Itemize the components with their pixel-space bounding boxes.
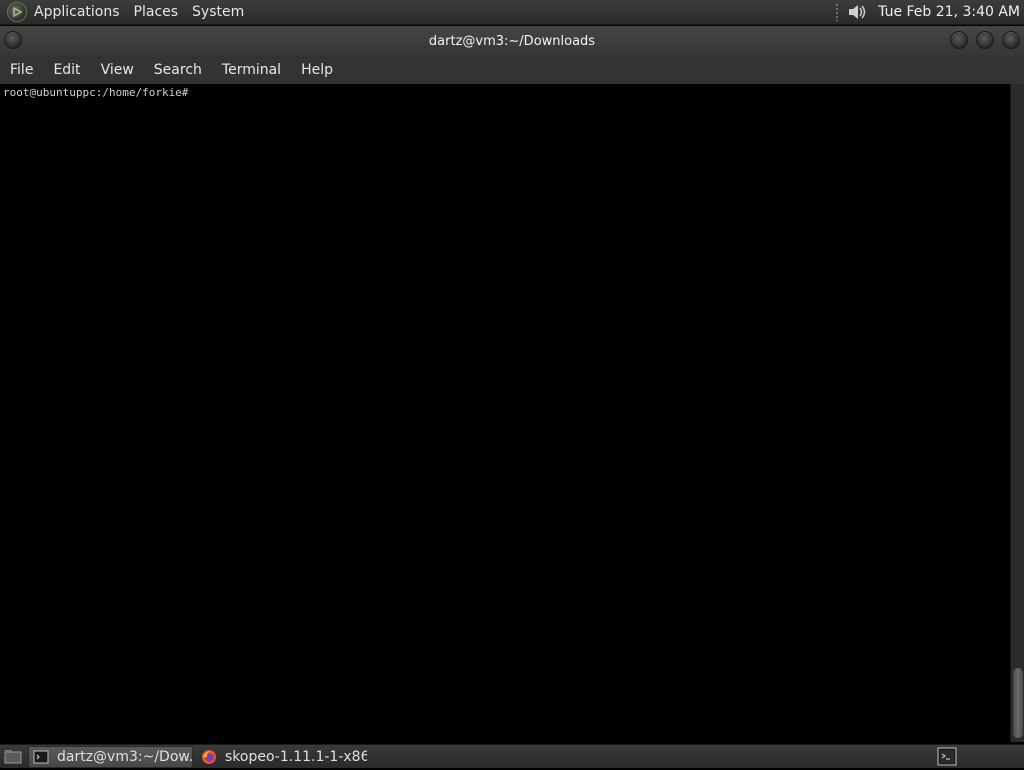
terminal-area[interactable]: root@ubuntuppc:/home/forkie#	[0, 84, 1010, 742]
taskbar-item-label: skopeo-1.11.1-1-x86...	[225, 748, 367, 765]
tray-terminal-icon[interactable]	[937, 747, 957, 766]
distro-logo-icon[interactable]	[7, 2, 27, 22]
window-title: dartz@vm3:~/Downloads	[428, 33, 596, 49]
taskbar-item-terminal[interactable]: dartz@vm3:~/Dow...	[28, 745, 193, 768]
system-menu[interactable]: System	[185, 0, 251, 25]
terminal-icon	[33, 750, 49, 763]
panel-handle-icon[interactable]	[835, 3, 840, 21]
clock[interactable]: Tue Feb 21, 3:40 AM	[878, 4, 1020, 20]
show-desktop-icon[interactable]	[2, 747, 24, 767]
menu-edit[interactable]: Edit	[43, 56, 90, 84]
bottom-panel: dartz@vm3:~/Dow... skopeo-1.11.1-1-x86..…	[0, 744, 1024, 768]
top-panel: Applications Places System Tue Feb 21, 3…	[0, 0, 1024, 25]
taskbar-item-firefox[interactable]: skopeo-1.11.1-1-x86...	[197, 746, 367, 768]
menu-search[interactable]: Search	[144, 56, 212, 84]
menu-view[interactable]: View	[91, 56, 144, 84]
window-title-bar[interactable]: dartz@vm3:~/Downloads	[0, 26, 1024, 56]
taskbar-item-label: dartz@vm3:~/Dow...	[57, 748, 193, 765]
applications-menu[interactable]: Applications	[27, 0, 127, 25]
menu-terminal[interactable]: Terminal	[212, 56, 291, 84]
window-menu-button[interactable]	[4, 31, 22, 49]
maximize-button[interactable]	[976, 31, 994, 49]
terminal-scrollbar[interactable]	[1010, 84, 1024, 742]
minimize-button[interactable]	[950, 31, 968, 49]
scrollbar-thumb[interactable]	[1013, 668, 1023, 738]
close-button[interactable]	[1002, 31, 1020, 49]
firefox-icon	[202, 749, 216, 764]
menu-help[interactable]: Help	[291, 56, 343, 84]
terminal-menubar: File Edit View Search Terminal Help	[0, 56, 1024, 84]
terminal-prompt: root@ubuntuppc:/home/forkie#	[3, 86, 189, 99]
menu-file[interactable]: File	[0, 56, 43, 84]
places-menu[interactable]: Places	[127, 0, 186, 25]
volume-icon[interactable]	[847, 1, 869, 23]
